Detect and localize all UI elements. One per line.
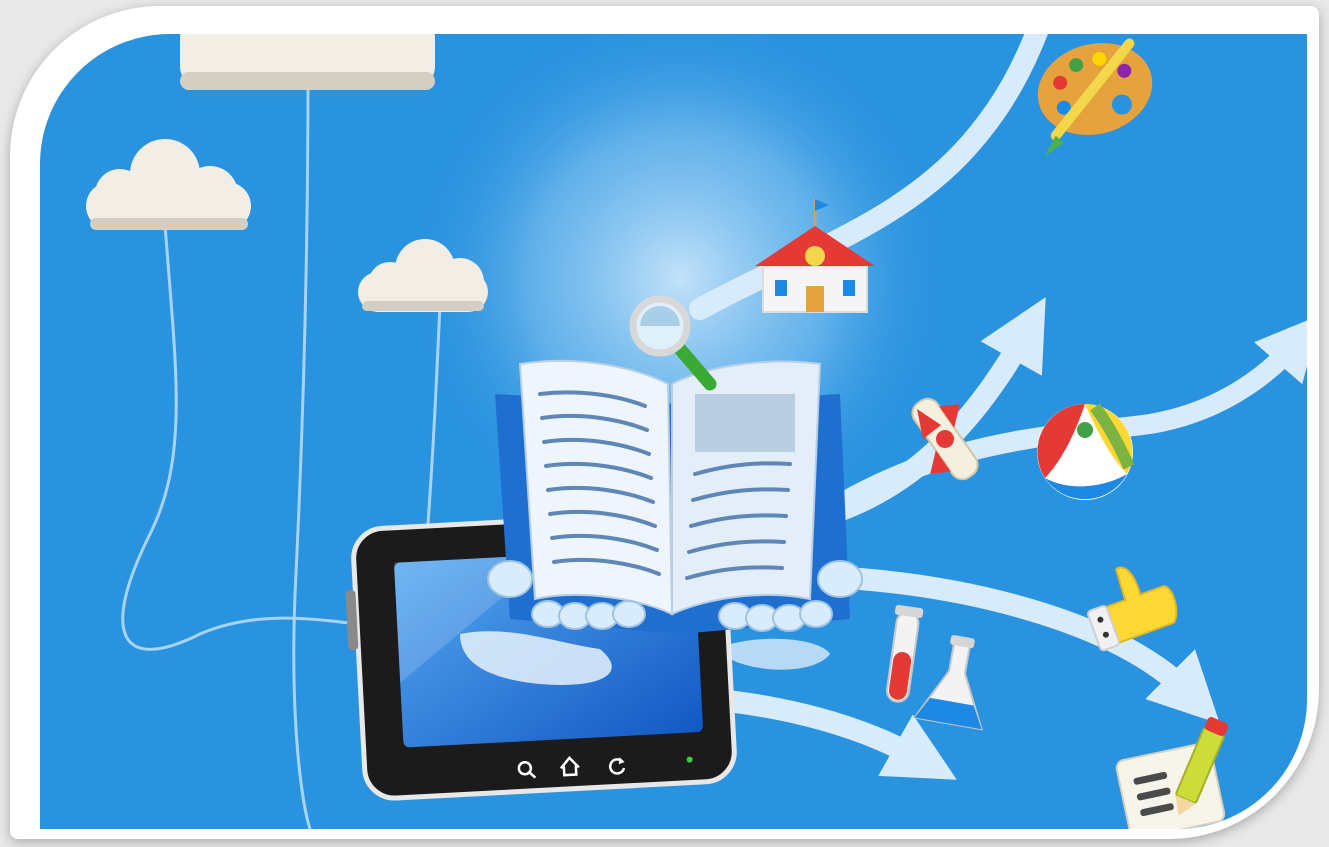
flask-icon — [912, 635, 983, 731]
photo-frame — [10, 6, 1319, 839]
cloud-icon — [86, 139, 251, 230]
cloud-icon — [180, 34, 435, 90]
note-pencil-icon — [1115, 717, 1229, 829]
illustration-canvas — [86, 34, 1307, 829]
test-tube-icon — [885, 604, 924, 703]
paint-palette-icon — [1037, 38, 1153, 157]
beach-ball-icon — [1037, 403, 1135, 500]
illustration-scene — [40, 34, 1307, 829]
